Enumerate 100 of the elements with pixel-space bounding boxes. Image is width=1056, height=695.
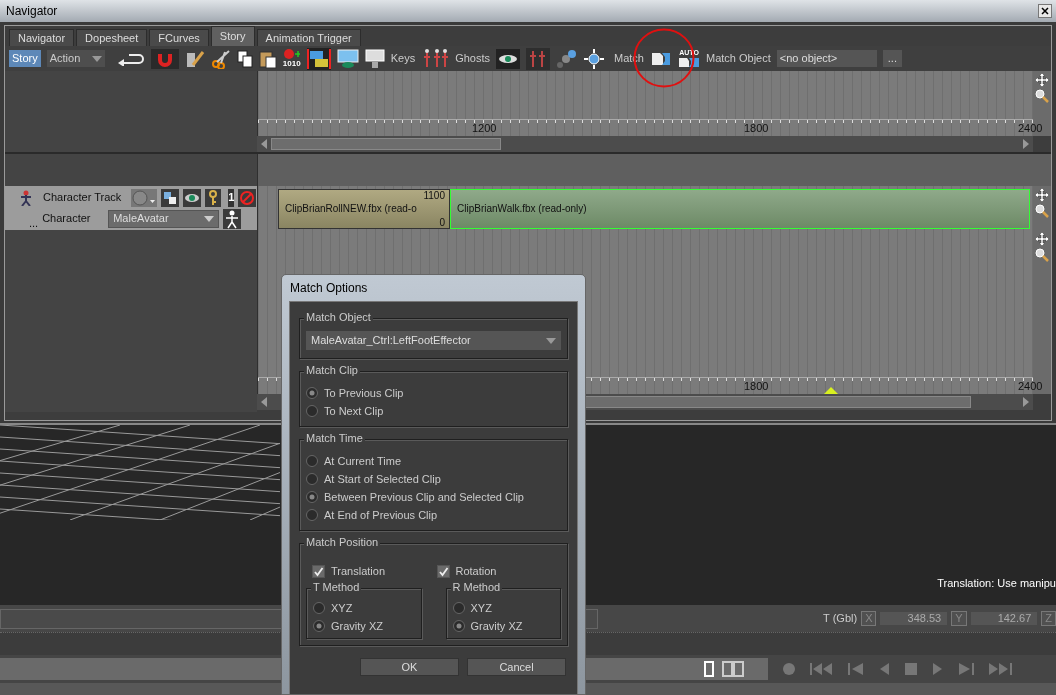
tab[interactable]: Dopesheet [76, 29, 148, 46]
key-icon[interactable] [205, 189, 222, 207]
magnet-icon[interactable] [150, 48, 179, 69]
ruler-label: 2400 [1018, 121, 1043, 135]
match-object-dropdown[interactable]: MaleAvatar_Ctrl:LeftFootEffector [306, 331, 561, 351]
radio-button[interactable] [452, 602, 465, 615]
keys-label: Keys [390, 51, 416, 66]
play-backward-icon[interactable] [878, 662, 890, 676]
crosshair-icon[interactable] [584, 48, 604, 69]
single-frame-icon[interactable] [704, 661, 714, 677]
radio-button[interactable] [306, 491, 318, 504]
move-icon[interactable] [1035, 188, 1049, 202]
clip-top-value: 1100 [423, 190, 445, 201]
monitor-eye-icon[interactable] [336, 48, 359, 69]
radio-button[interactable] [452, 620, 465, 633]
radio-button[interactable] [306, 473, 318, 486]
checkbox-label: Rotation [455, 564, 497, 578]
scroll-right-icon[interactable] [1021, 396, 1031, 408]
skip-end-icon[interactable] [988, 662, 1012, 676]
value-field[interactable]: 348.53 [880, 611, 948, 626]
move-icon[interactable] [1035, 232, 1049, 246]
next-key-icon[interactable] [958, 662, 974, 676]
option-label: At Start of Selected Clip [324, 472, 441, 486]
radio-button[interactable] [306, 405, 318, 418]
option-label: At End of Previous Clip [324, 508, 438, 522]
track-name: Character Track [43, 191, 122, 205]
radio-button[interactable] [306, 509, 318, 522]
radio-button[interactable] [313, 620, 325, 633]
zoom-icon[interactable] [1035, 248, 1049, 262]
return-arrow-icon[interactable] [116, 51, 145, 66]
record-icon[interactable] [782, 662, 796, 676]
viewport-message: Translation: Use manipu [937, 576, 1056, 590]
option-label: Gravity XZ [331, 619, 383, 633]
caret-icon [92, 55, 103, 62]
zoom-icon[interactable] [1035, 204, 1049, 218]
monitor-icon[interactable] [364, 48, 385, 69]
scroll-right-icon[interactable] [1021, 138, 1031, 150]
tab[interactable]: Navigator [9, 29, 75, 46]
paste-icon[interactable] [258, 48, 277, 69]
eye-icon[interactable] [496, 48, 520, 69]
record-icon[interactable]: 1010 [282, 49, 301, 68]
number-button[interactable]: 1 [228, 189, 235, 207]
scissors-icon[interactable] [210, 48, 231, 69]
dialog-button[interactable]: Cancel [467, 658, 566, 677]
ruler-label: 1800 [744, 121, 769, 135]
transform-label: T (Gbl) [823, 611, 858, 626]
character-dropdown[interactable]: MaleAvatar [108, 210, 220, 228]
tab[interactable]: Story [210, 26, 255, 46]
group-legend: Match Clip [304, 364, 360, 378]
double-frame-icon[interactable] [722, 661, 744, 677]
match-shapes-icon [678, 57, 700, 68]
close-icon[interactable] [1038, 4, 1052, 18]
no-sign-icon[interactable] [238, 189, 257, 207]
tab[interactable]: FCurves [149, 29, 209, 46]
checkbox[interactable] [436, 564, 450, 578]
mode-toggle[interactable]: Story [9, 49, 41, 68]
option-label: Gravity XZ [470, 619, 523, 633]
eye-icon[interactable] [183, 189, 202, 207]
radio-button[interactable] [313, 602, 325, 615]
ghost-figures-icon[interactable] [421, 47, 450, 70]
frame-clips-icon[interactable] [306, 47, 331, 70]
match-object-label: Match Object [706, 51, 771, 66]
option-label: At Current Time [324, 454, 402, 468]
scroll-left-icon[interactable] [259, 138, 269, 150]
pencil-icon[interactable] [184, 48, 205, 69]
radio-button[interactable] [306, 455, 318, 468]
figures-icon[interactable] [526, 47, 550, 70]
value-field[interactable]: 142.67 [970, 611, 1038, 626]
caret-icon [204, 216, 215, 222]
group-legend: Match Object [304, 311, 373, 325]
scroll-thumb[interactable] [271, 138, 501, 150]
move-icon[interactable] [1035, 73, 1049, 87]
dialog-button[interactable]: OK [360, 658, 459, 677]
skip-start-icon[interactable] [810, 662, 834, 676]
tab[interactable]: Animation Trigger [256, 29, 361, 46]
character-figure-icon [19, 190, 33, 206]
zoom-icon[interactable] [1035, 89, 1049, 103]
ruler-label: 2400 [1018, 379, 1043, 393]
window-title: Navigator [6, 3, 58, 19]
clip-bottom-value: 0 [439, 217, 445, 228]
browse-button[interactable]: ... [882, 49, 902, 68]
previous-key-icon[interactable] [848, 662, 864, 676]
copy-icon[interactable] [236, 49, 253, 68]
stop-icon[interactable] [904, 662, 918, 676]
spheres-icon[interactable] [556, 48, 578, 69]
layers-icon[interactable] [161, 189, 180, 207]
match-object-field[interactable]: <no object> [776, 49, 877, 68]
clip[interactable]: ClipBrianRollNEW.fbx (read-o 1100 0 [278, 189, 450, 229]
scroll-left-icon[interactable] [259, 396, 269, 408]
play-icon[interactable] [932, 662, 944, 676]
option-label: To Next Clip [324, 404, 384, 418]
checkbox[interactable] [312, 564, 325, 578]
clip[interactable]: ClipBrianWalk.fbx (read-only) [450, 189, 1030, 229]
scrollbar[interactable] [257, 136, 1033, 152]
figure-icon[interactable] [223, 209, 242, 229]
mode-dropdown[interactable]: Action [46, 49, 105, 68]
radio-button[interactable] [306, 387, 318, 400]
clip-name: ClipBrianWalk.fbx (read-only) [457, 203, 587, 215]
option-label: XYZ [470, 601, 492, 615]
character-label: Character [42, 212, 92, 226]
